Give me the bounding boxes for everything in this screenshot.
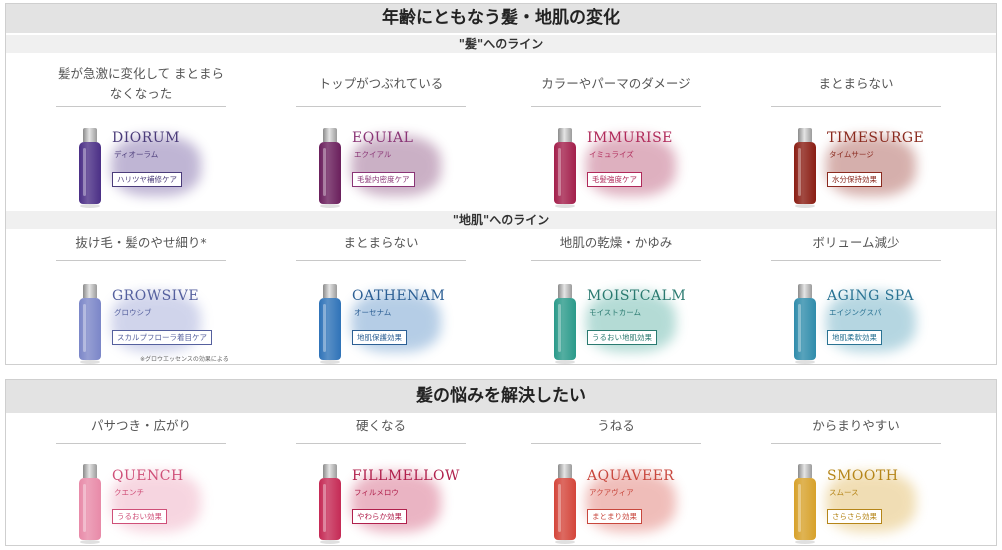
- product-card[interactable]: まとまらない TIMESURGE タイムサージ水分保持効果: [721, 54, 961, 212]
- scalp-line-row: 抜け毛・髪のやせ細り* GROWSIVE グロウシブスカルプフローラ着目ケア まとまら…: [6, 230, 996, 364]
- bottle-image: [79, 464, 101, 544]
- brand-name: IMMURISE: [587, 130, 673, 146]
- concern-label: ボリューム減少: [771, 233, 941, 261]
- hair-line-row: 髪が急激に変化して まとまらなくなった DIORUM ディオーラムハリツヤ補修ケア ト…: [6, 54, 996, 212]
- hair-problem-panel: 髪の悩みを解決したい パサつき・広がり QUENCH クエンチうるおい効果 硬くなる F…: [5, 379, 997, 546]
- concern-label: まとまらない: [296, 233, 466, 261]
- product-card[interactable]: カラーやパーマのダメージ IMMURISE イミュライズ毛髪強度ケア: [481, 54, 721, 212]
- effect-badge: 毛髪内密度ケア: [352, 172, 415, 187]
- effect-badge: やわらか効果: [352, 509, 407, 524]
- brand-kana: タイムサージ: [829, 150, 874, 159]
- brand-kana: エクイアル: [354, 150, 392, 159]
- bottle-image: [79, 128, 101, 208]
- brand-kana: クエンチ: [114, 488, 144, 497]
- brand-name: TIMESURGE: [827, 130, 925, 146]
- product-card[interactable]: 硬くなる FILLMELLOW フィルメロウやわらか効果: [246, 416, 486, 544]
- product-card[interactable]: ボリューム減少 AGING SPA エイジングスパ地肌柔軟効果: [721, 230, 961, 364]
- bottle-image: [794, 128, 816, 208]
- brand-name: SMOOTH: [827, 468, 899, 484]
- concern-label: 硬くなる: [296, 416, 466, 444]
- concern-label: 地肌の乾燥・かゆみ: [531, 233, 701, 261]
- concern-label: まとまらない: [771, 61, 941, 107]
- concern-label: トップがつぶれている: [296, 61, 466, 107]
- effect-badge: さらさら効果: [827, 509, 882, 524]
- bottle-image: [554, 128, 576, 208]
- product-card[interactable]: 髪が急激に変化して まとまらなくなった DIORUM ディオーラムハリツヤ補修ケア: [6, 54, 246, 212]
- product-card[interactable]: 抜け毛・髪のやせ細り* GROWSIVE グロウシブスカルプフローラ着目ケア: [6, 230, 246, 364]
- effect-badge: 地肌柔軟効果: [827, 330, 882, 345]
- panel-title: 髪の悩みを解決したい: [6, 380, 996, 413]
- bottle-image: [554, 464, 576, 544]
- brand-kana: フィルメロウ: [354, 488, 399, 497]
- panel-title: 年齢にともなう髪・地肌の変化: [6, 4, 996, 33]
- effect-badge: まとまり効果: [587, 509, 642, 524]
- brand-name: EQUIAL: [352, 130, 414, 146]
- brand-name: AQUAVEER: [587, 468, 675, 484]
- effect-badge: ハリツヤ補修ケア: [112, 172, 182, 187]
- brand-name: FILLMELLOW: [352, 468, 460, 484]
- brand-kana: ディオーラム: [114, 150, 159, 159]
- effect-badge: うるおい地肌効果: [587, 330, 657, 345]
- brand-kana: オーセナム: [354, 308, 392, 317]
- concern-label: うねる: [531, 416, 701, 444]
- bottle-image: [79, 284, 101, 364]
- brand-name: MOISTCALM: [587, 288, 687, 304]
- brand-kana: アクアヴィア: [589, 488, 634, 497]
- product-card[interactable]: うねる AQUAVEER アクアヴィアまとまり効果: [481, 416, 721, 544]
- product-card[interactable]: まとまらない OATHENAM オーセナム地肌保護効果: [246, 230, 486, 364]
- bottle-image: [794, 464, 816, 544]
- effect-badge: 毛髪強度ケア: [587, 172, 642, 187]
- bottle-image: [554, 284, 576, 364]
- bottle-image: [319, 284, 341, 364]
- product-card[interactable]: 地肌の乾燥・かゆみ MOISTCALM モイストカームうるおい地肌効果: [481, 230, 721, 364]
- effect-badge: 水分保持効果: [827, 172, 882, 187]
- effect-badge: 地肌保護効果: [352, 330, 407, 345]
- concern-label: 抜け毛・髪のやせ細り*: [56, 233, 226, 261]
- brand-name: DIORUM: [112, 130, 180, 146]
- brand-name: OATHENAM: [352, 288, 446, 304]
- concern-label: からまりやすい: [771, 416, 941, 444]
- bottle-image: [319, 128, 341, 208]
- brand-kana: グロウシブ: [114, 308, 152, 317]
- bottle-image: [319, 464, 341, 544]
- brand-name: AGING SPA: [827, 288, 915, 304]
- bottle-image: [794, 284, 816, 364]
- concern-label: パサつき・広がり: [56, 416, 226, 444]
- concern-label: カラーやパーマのダメージ: [531, 61, 701, 107]
- footnote: ※グロウエッセンスの効果による: [140, 356, 229, 363]
- hair-line-heading: "髪"へのライン: [6, 35, 996, 53]
- age-change-panel: 年齢にともなう髪・地肌の変化 "髪"へのライン 髪が急激に変化して まとまらなく…: [5, 3, 997, 365]
- brand-kana: モイストカーム: [589, 308, 642, 317]
- brand-kana: スムース: [829, 488, 859, 497]
- product-card[interactable]: トップがつぶれている EQUIAL エクイアル毛髪内密度ケア: [246, 54, 486, 212]
- brand-name: QUENCH: [112, 468, 184, 484]
- product-card[interactable]: からまりやすい SMOOTH スムースさらさら効果: [721, 416, 961, 544]
- scalp-line-heading: "地肌"へのライン: [6, 211, 996, 229]
- effect-badge: スカルプフローラ着目ケア: [112, 330, 212, 345]
- concern-label: 髪が急激に変化して まとまらなくなった: [56, 61, 226, 107]
- hair-problem-row: パサつき・広がり QUENCH クエンチうるおい効果 硬くなる FILLMELLOW フィ…: [6, 416, 996, 544]
- effect-badge: うるおい効果: [112, 509, 167, 524]
- product-card[interactable]: パサつき・広がり QUENCH クエンチうるおい効果: [6, 416, 246, 544]
- brand-name: GROWSIVE: [112, 288, 200, 304]
- brand-kana: イミュライズ: [589, 150, 634, 159]
- brand-kana: エイジングスパ: [829, 308, 882, 317]
